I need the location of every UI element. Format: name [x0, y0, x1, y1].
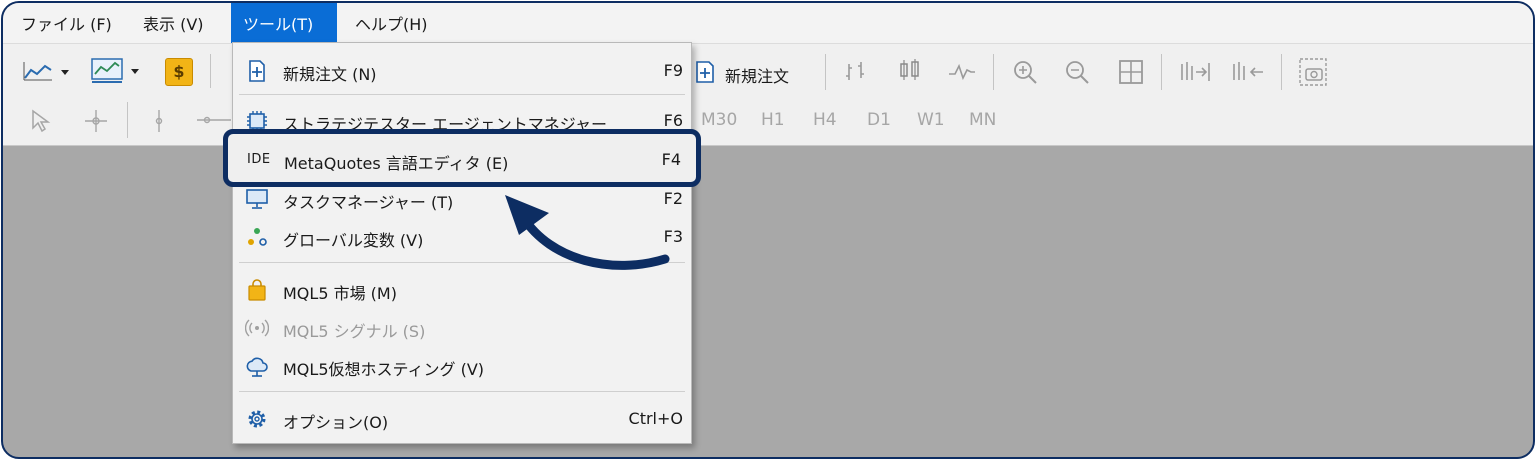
timeframe-mn[interactable]: MN	[969, 110, 996, 130]
zoom-out-icon[interactable]	[1063, 58, 1091, 86]
bar-chart-icon[interactable]	[843, 60, 869, 84]
toolbar-separator	[1281, 54, 1282, 90]
candlestick-icon[interactable]	[897, 58, 923, 84]
menu-item-shortcut: F9	[663, 61, 683, 80]
line-icon[interactable]	[947, 60, 977, 82]
menu-item-label: MQL5 シグナル (S)	[283, 322, 426, 341]
dollar-icon[interactable]: $	[165, 58, 193, 86]
menu-tools[interactable]: ツール(T)	[231, 3, 337, 43]
timeframe-d1[interactable]: D1	[867, 110, 891, 130]
timeframe-m30[interactable]: M30	[701, 110, 737, 130]
indicator-chart-icon[interactable]	[89, 56, 145, 84]
screenshot-icon[interactable]	[1297, 56, 1329, 88]
cursor-icon[interactable]	[29, 108, 53, 134]
auto-scroll-icon[interactable]	[1231, 58, 1267, 86]
toolbar-separator	[1161, 54, 1162, 90]
menu-separator	[239, 391, 685, 392]
horizontal-line-icon[interactable]	[195, 110, 231, 130]
menu-item-shortcut: Ctrl+O	[628, 409, 683, 428]
vertical-line-icon[interactable]	[149, 108, 169, 134]
menu-item-mql5-market[interactable]: MQL5 市場 (M)	[233, 272, 691, 308]
menu-item-label: タスクマネージャー (T)	[283, 193, 454, 212]
menu-item-label: MetaQuotes 言語エディタ (E)	[284, 154, 509, 173]
menu-view[interactable]: 表示 (V)	[131, 3, 229, 43]
menu-item-label: 新規注文 (N)	[283, 65, 377, 84]
global-vars-icon	[248, 228, 267, 246]
shopping-bag-icon	[248, 279, 266, 301]
chart-shift-icon[interactable]	[1179, 58, 1213, 86]
tile-windows-icon[interactable]	[1117, 58, 1145, 86]
menu-item-new-order[interactable]: 新規注文 (N) F9	[233, 53, 691, 89]
pointer-arrow	[505, 195, 670, 270]
menu-item-mql5-vps[interactable]: MQL5仮想ホスティング (V)	[233, 348, 691, 384]
timeframe-h1[interactable]: H1	[761, 110, 785, 130]
new-order-icon[interactable]	[693, 60, 717, 84]
zoom-in-icon[interactable]	[1011, 58, 1039, 86]
timeframe-h4[interactable]: H4	[813, 110, 837, 130]
line-chart-icon[interactable]	[21, 58, 73, 84]
new-order-button[interactable]: 新規注文	[725, 63, 789, 87]
monitor-icon	[246, 189, 268, 209]
menu-file[interactable]: ファイル (F)	[3, 3, 123, 43]
ide-icon: IDE	[247, 152, 271, 167]
menu-item-label: MQL5仮想ホスティング (V)	[283, 360, 485, 379]
menu-item-shortcut: F6	[663, 111, 683, 130]
new-order-icon	[249, 60, 265, 82]
menu-item-metaeditor[interactable]: IDE MetaQuotes 言語エディタ (E) F4	[223, 129, 701, 187]
cloud-icon	[246, 357, 268, 377]
crosshair-icon[interactable]	[83, 108, 109, 134]
menu-item-mql5-signals[interactable]: MQL5 シグナル (S)	[233, 310, 691, 346]
menu-item-label: MQL5 市場 (M)	[283, 284, 397, 303]
toolbar-separator	[210, 54, 211, 88]
signal-icon	[245, 319, 269, 337]
timeframe-w1[interactable]: W1	[917, 110, 945, 130]
app-window: ファイル (F) 表示 (V) ツール(T) ヘルプ(H) $ 新規注文 M30…	[1, 1, 1535, 459]
toolbar-separator	[993, 54, 994, 90]
menu-item-options[interactable]: オプション(O) Ctrl+O	[233, 401, 691, 437]
menu-item-label: オプション(O)	[283, 413, 389, 432]
gear-icon	[248, 410, 266, 428]
menu-item-shortcut: F4	[661, 150, 681, 169]
menu-bar: ファイル (F) 表示 (V) ツール(T) ヘルプ(H)	[3, 3, 1533, 44]
toolbar-separator	[825, 54, 826, 90]
menu-separator	[239, 94, 685, 95]
menu-item-label: グローバル変数 (V)	[283, 231, 424, 250]
toolbar-separator	[127, 102, 128, 138]
menu-help[interactable]: ヘルプ(H)	[339, 3, 443, 43]
